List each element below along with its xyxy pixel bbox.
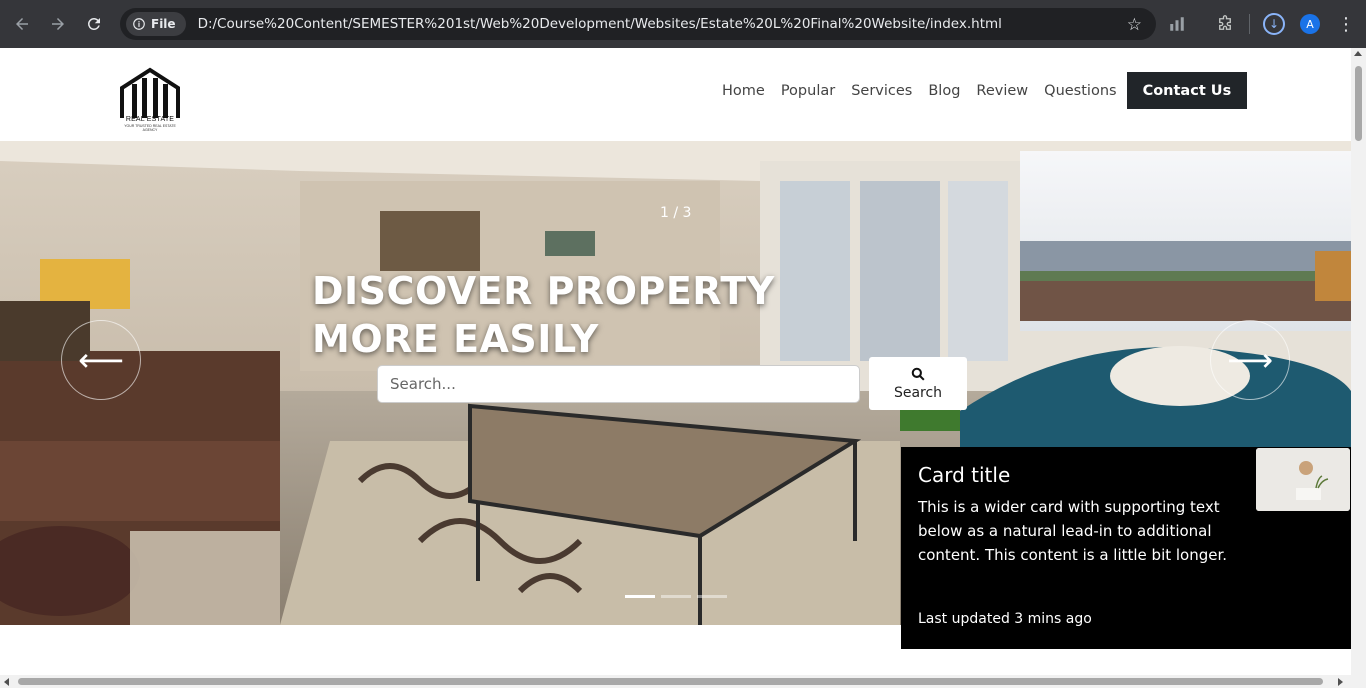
file-chip-label: File [151,17,176,31]
arrow-left-icon [16,18,28,30]
toolbar-actions: ↓ A ⋮ [1165,0,1358,48]
carousel-next-button[interactable]: ⟶ [1210,320,1290,400]
search-button[interactable]: Search [869,357,967,410]
main-nav: Home Popular Services Blog Review Questi… [714,72,1248,109]
puzzle-icon [1219,15,1231,30]
download-icon: ↓ [1263,13,1285,35]
logo-name: REAL ESTATE [125,116,175,123]
downloads-button[interactable]: ↓ [1262,12,1286,36]
magnifier-icon [911,367,925,381]
nav-home[interactable]: Home [714,83,773,99]
extensions-button[interactable] [1213,12,1237,36]
horizontal-scrollbar[interactable] [0,675,1366,688]
search-button-label: Search [893,384,943,401]
scroll-left-icon[interactable] [4,678,9,686]
site-info-chip[interactable]: File [126,12,186,36]
slide-counter: 1 / 3 [660,205,692,221]
hero-headline: DISCOVER PROPERTY MORE EASILY [312,267,775,363]
nav-services[interactable]: Services [843,83,920,99]
card-thumbnail-image [1256,448,1350,511]
address-bar[interactable]: File D:/Course%20Content/SEMESTER%201st/… [120,8,1156,40]
property-card[interactable]: Card title This is a wider card with sup… [901,447,1351,649]
horizontal-scroll-thumb[interactable] [18,678,1323,685]
forward-button[interactable] [40,6,76,42]
carousel-prev-button[interactable]: ⟵ [61,320,141,400]
kebab-menu-icon[interactable]: ⋮ [1334,12,1358,36]
headline-line-1: DISCOVER PROPERTY [312,269,775,313]
star-icon[interactable]: ☆ [1127,15,1142,35]
headline-line-2: MORE EASILY [312,317,599,361]
card-footer: Last updated 3 mins ago [918,611,1092,627]
profile-button[interactable]: A [1298,12,1322,36]
card-text: This is a wider card with supporting tex… [918,498,1228,564]
vertical-scrollbar[interactable] [1351,48,1366,675]
contact-us-button[interactable]: Contact Us [1126,72,1248,109]
carousel-next-icon: ⟶ [1227,341,1273,379]
carousel-prev-icon: ⟵ [78,341,124,379]
arrow-right-icon [52,18,64,30]
page-viewport: REAL ESTATE YOUR TRUSTED REAL ESTATE AGE… [0,48,1351,675]
property-search-input[interactable] [377,365,860,403]
indicator-2[interactable] [661,595,691,598]
indicator-1[interactable] [625,595,655,598]
scroll-up-icon[interactable] [1354,51,1362,56]
card-title: Card title [918,463,1011,487]
reload-icon [87,17,100,30]
back-button[interactable] [4,6,40,42]
indicator-3[interactable] [697,595,727,598]
bar-chart-icon [1170,17,1184,31]
avatar: A [1300,14,1320,34]
toolbar-divider [1249,14,1250,34]
scroll-right-icon[interactable] [1338,678,1343,686]
vertical-scroll-thumb[interactable] [1355,66,1362,141]
reload-button[interactable] [76,6,112,42]
site-header: REAL ESTATE YOUR TRUSTED REAL ESTATE AGE… [0,48,1351,141]
carousel-indicators [625,595,727,598]
nav-blog[interactable]: Blog [920,83,968,99]
logo-tagline: YOUR TRUSTED REAL ESTATE AGENCY [124,124,176,132]
nav-review[interactable]: Review [968,83,1036,99]
performance-button[interactable] [1165,12,1189,36]
browser-toolbar: File D:/Course%20Content/SEMESTER%201st/… [0,0,1366,48]
nav-popular[interactable]: Popular [773,83,843,99]
info-icon [133,18,145,30]
url-text[interactable]: D:/Course%20Content/SEMESTER%201st/Web%2… [198,16,1002,32]
nav-questions[interactable]: Questions [1036,83,1124,99]
